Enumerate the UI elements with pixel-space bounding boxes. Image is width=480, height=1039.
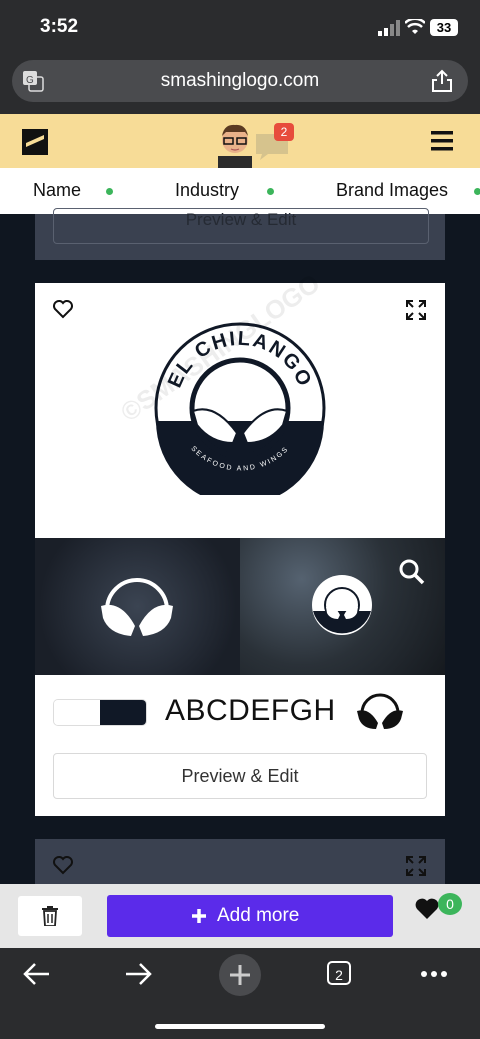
mini-logo-emblem [312, 575, 372, 635]
tab-industry[interactable]: Industry [175, 180, 239, 201]
tabs-count-button[interactable]: 2 [327, 961, 351, 985]
url-text[interactable]: smashinglogo.com [12, 70, 468, 92]
battery-icon: 33 [430, 19, 458, 36]
brand-details-panel: ABCDEFGH Preview & Edit [35, 675, 445, 816]
url-bar[interactable]: G smashinglogo.com [12, 60, 468, 102]
tab-name-status-dot [106, 188, 113, 195]
color-palette[interactable] [53, 699, 147, 726]
wings-emblem-small [357, 693, 403, 729]
next-card [35, 839, 445, 884]
previous-card: Preview & Edit [35, 208, 445, 260]
favorites-count-badge: 0 [438, 893, 462, 915]
site-header: 2 [0, 114, 480, 168]
wifi-icon [405, 19, 425, 34]
favorites-button[interactable]: 0 [414, 893, 462, 926]
preview-edit-button[interactable]: Preview & Edit [53, 753, 427, 799]
logo-preview-panel[interactable]: EL CHILANGO SEAFOOD AND WINGS ©SMASHINGL… [35, 268, 445, 538]
heart-filled-icon [415, 898, 439, 919]
preview-edit-button[interactable]: Preview & Edit [53, 208, 429, 244]
chat-badge: 2 [274, 123, 294, 141]
home-indicator [155, 1024, 325, 1029]
browser-toolbar: 2 [0, 948, 480, 1039]
forward-arrow-icon[interactable] [124, 963, 152, 985]
tab-brand-images[interactable]: Brand Images [336, 180, 448, 201]
search-zoom-icon[interactable] [398, 558, 426, 586]
share-icon[interactable] [431, 69, 453, 93]
color-swatch-navy[interactable] [100, 700, 146, 725]
dark-mockup-image[interactable] [35, 538, 240, 675]
site-logo-icon[interactable] [22, 129, 48, 155]
add-more-label: Add more [217, 905, 300, 926]
status-bar: 3:52 33 [0, 0, 480, 56]
add-more-button[interactable]: Add more [107, 895, 393, 937]
hamburger-menu-icon[interactable] [431, 131, 453, 151]
wings-emblem-white [101, 578, 173, 636]
status-time: 3:52 [40, 16, 79, 37]
expand-icon[interactable] [406, 300, 426, 320]
new-tab-button[interactable] [219, 954, 261, 996]
color-swatch-white[interactable] [54, 700, 100, 725]
forest-mockup-image[interactable] [240, 538, 445, 675]
heart-outline-icon[interactable] [52, 855, 74, 875]
avatar[interactable] [212, 120, 258, 168]
tab-name[interactable]: Name [33, 180, 81, 201]
tab-industry-status-dot [267, 188, 274, 195]
heart-outline-icon[interactable] [52, 299, 74, 319]
tab-brand-images-status-dot [474, 188, 480, 195]
font-sample: ABCDEFGH [165, 694, 336, 727]
expand-icon[interactable] [406, 856, 426, 876]
more-options-icon[interactable] [420, 970, 448, 978]
trash-icon [42, 906, 58, 926]
signal-icon [378, 20, 400, 36]
plus-icon [230, 965, 250, 985]
back-arrow-icon[interactable] [23, 963, 51, 985]
delete-button[interactable] [18, 896, 82, 936]
plus-icon [192, 909, 206, 923]
